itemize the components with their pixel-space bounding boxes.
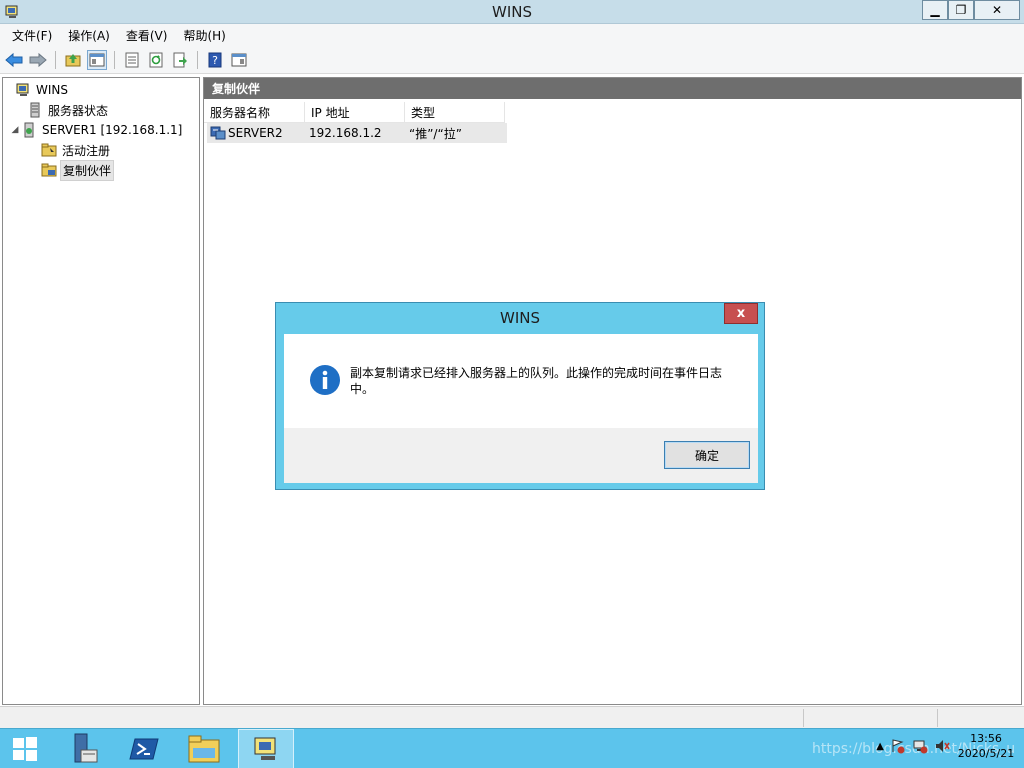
list-item[interactable]: SERVER2 192.168.1.2 “推”/“拉” <box>207 123 507 143</box>
close-icon: ✕ <box>991 3 1003 17</box>
ok-button[interactable]: 确定 <box>664 441 750 469</box>
menu-view[interactable]: 查看(V) <box>118 27 176 44</box>
clock-date: 2020/5/21 <box>957 747 1015 760</box>
cell-server-name: SERVER2 <box>228 126 283 140</box>
menu-help[interactable]: 帮助(H) <box>175 27 233 44</box>
replication-partners-list: 服务器名称 IP 地址 类型 SERVER2 192.168.1.2 “推”/“… <box>204 102 1021 143</box>
menu-file[interactable]: 文件(F) <box>4 27 60 44</box>
dialog-body: 副本复制请求已经排入服务器上的队列。此操作的完成时间在事件日志 中。 确定 <box>284 334 758 483</box>
taskbar-server-manager[interactable] <box>54 729 110 768</box>
restore-icon: ❐ <box>955 3 967 17</box>
system-tray: ▲ 13:56 2020/5/21 <box>876 731 1016 761</box>
toolbar: ? <box>0 46 1024 74</box>
title-bar: WINS ▁ ❐ ✕ <box>0 0 1024 24</box>
show-hide-action-pane-icon <box>231 53 247 66</box>
clock-time: 13:56 <box>970 732 1002 745</box>
status-segment <box>937 709 1024 727</box>
taskbar-file-explorer[interactable] <box>176 729 232 768</box>
taskbar-wins[interactable] <box>238 729 294 768</box>
properties-button[interactable] <box>122 50 142 70</box>
wins-taskbar-icon <box>254 737 276 760</box>
tree-item-replication-partners[interactable]: 复制伙伴 <box>3 159 199 181</box>
server-manager-icon <box>74 733 98 763</box>
results-pane-header: 复制伙伴 <box>204 78 1021 99</box>
information-icon <box>310 365 340 395</box>
dialog-message-line: 中。 <box>350 382 375 396</box>
folder-icon <box>41 143 57 157</box>
list-header: 服务器名称 IP 地址 类型 <box>204 102 1021 123</box>
dialog-message: 副本复制请求已经排入服务器上的队列。此操作的完成时间在事件日志 中。 <box>350 365 730 397</box>
window-title: WINS <box>492 3 532 21</box>
file-explorer-icon <box>188 735 220 763</box>
menu-action[interactable]: 操作(A) <box>60 27 118 44</box>
wins-message-dialog: WINS x 副本复制请求已经排入服务器上的队列。此操作的完成时间在事件日志 中… <box>275 302 765 490</box>
help-icon: ? <box>208 52 222 67</box>
menu-bar: 文件(F) 操作(A) 查看(V) 帮助(H) <box>0 24 1024 46</box>
tree-label-active-registrations: 活动注册 <box>62 143 111 158</box>
dialog-title: WINS <box>500 309 540 327</box>
show-hide-console-tree-button[interactable] <box>87 49 107 70</box>
dialog-button-bar: 确定 <box>284 428 758 483</box>
tree-label-replication-partners: 复制伙伴 <box>60 159 115 181</box>
show-hidden-icons-icon[interactable]: ▲ <box>876 741 884 752</box>
up-folder-icon <box>65 53 81 66</box>
network-icon[interactable] <box>912 738 928 754</box>
back-arrow-icon <box>5 52 23 67</box>
export-list-icon <box>173 52 187 67</box>
toolbar-separator <box>55 50 56 69</box>
status-bar <box>0 706 1024 728</box>
tree-item-wins[interactable]: WINS <box>3 80 199 100</box>
column-header-ip-address[interactable]: IP 地址 <box>305 102 405 123</box>
tree-label-server-status: 服务器状态 <box>48 103 109 118</box>
minimize-button[interactable]: ▁ <box>922 0 948 20</box>
column-header-type[interactable]: 类型 <box>405 102 505 123</box>
tree-item-active-registrations[interactable]: 活动注册 <box>3 140 199 160</box>
show-hide-action-pane-button[interactable] <box>229 50 249 70</box>
back-button[interactable] <box>4 50 24 70</box>
forward-button[interactable] <box>28 50 48 70</box>
system-clock[interactable]: 13:56 2020/5/21 <box>956 731 1016 761</box>
toolbar-separator <box>114 50 115 69</box>
server-icon <box>24 122 34 138</box>
dialog-message-line: 副本复制请求已经排入服务器上的队列。此操作的完成时间在事件日志 <box>350 366 723 380</box>
close-icon: x <box>736 306 746 321</box>
help-button[interactable]: ? <box>205 50 225 70</box>
svg-text:?: ? <box>212 54 218 67</box>
tree-label-wins: WINS <box>36 83 68 97</box>
forward-arrow-icon <box>29 52 47 67</box>
start-button[interactable] <box>0 729 50 768</box>
volume-muted-icon[interactable] <box>934 738 950 754</box>
tree-item-server1[interactable]: ◢ SERVER1 [192.168.1.1] <box>3 120 199 140</box>
restore-button[interactable]: ❐ <box>948 0 974 20</box>
tree-item-server-status[interactable]: 服务器状态 <box>3 100 199 120</box>
server-partner-icon <box>210 126 226 140</box>
server-status-icon <box>30 102 40 118</box>
action-center-flag-icon[interactable] <box>890 738 906 754</box>
refresh-button[interactable] <box>146 50 166 70</box>
refresh-icon <box>149 52 163 67</box>
tree-label-server1: SERVER1 [192.168.1.1] <box>42 123 183 137</box>
collapse-arrow-icon[interactable]: ◢ <box>9 125 21 135</box>
windows-logo-icon <box>13 737 37 761</box>
folder-icon <box>41 163 57 177</box>
show-hide-console-tree-icon <box>89 53 105 66</box>
toolbar-separator <box>197 50 198 69</box>
wins-icon <box>16 83 29 96</box>
console-tree: WINS 服务器状态 ◢ SERVER1 [192.168.1.1] 活动注册 … <box>2 77 200 705</box>
dialog-message-area: 副本复制请求已经排入服务器上的队列。此操作的完成时间在事件日志 中。 <box>284 334 758 428</box>
status-segment <box>803 709 937 727</box>
properties-icon <box>125 52 139 67</box>
powershell-icon <box>129 738 159 760</box>
minimize-icon: ▁ <box>930 3 940 17</box>
cell-type: “推”/“拉” <box>409 126 462 141</box>
close-button[interactable]: ✕ <box>974 0 1020 20</box>
export-list-button[interactable] <box>170 50 190 70</box>
taskbar: https://blog.csdn.net/Nicks_u ▲ 13:56 20… <box>0 728 1024 768</box>
dialog-close-button[interactable]: x <box>724 303 758 324</box>
taskbar-powershell[interactable] <box>116 729 172 768</box>
up-one-level-button[interactable] <box>63 50 83 70</box>
cell-ip-address: 192.168.1.2 <box>309 126 382 140</box>
column-header-server-name[interactable]: 服务器名称 <box>204 102 305 123</box>
